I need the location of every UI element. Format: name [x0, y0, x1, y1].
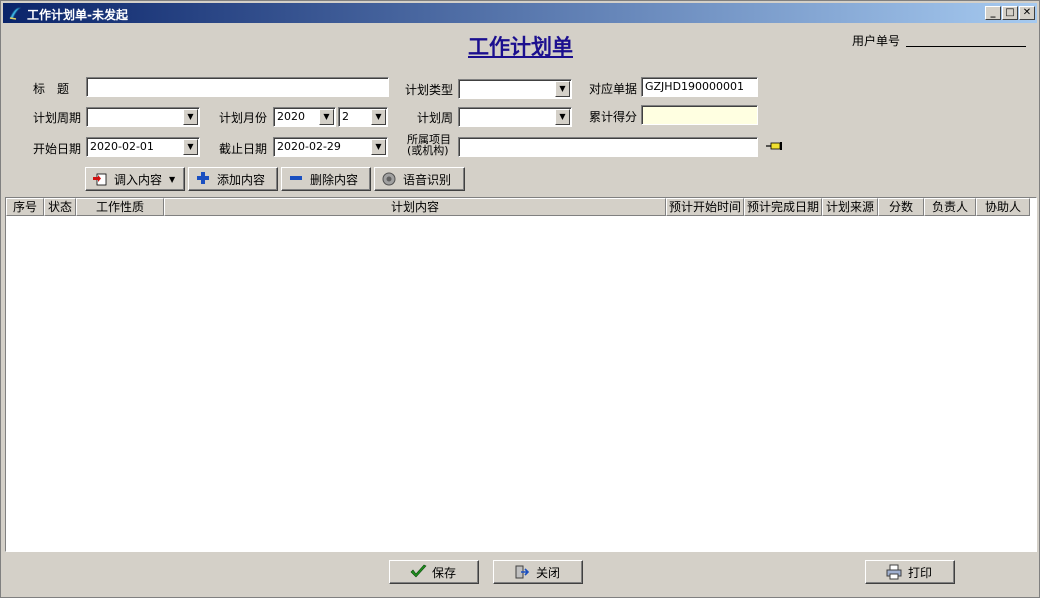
column-header[interactable]: 协助人: [976, 198, 1030, 216]
import-content-label: 调入内容: [114, 172, 163, 187]
voice-recognition-button[interactable]: 语音识别: [374, 167, 465, 191]
pushpin-icon[interactable]: [765, 140, 783, 152]
ref-doc-input[interactable]: GZJHD190000001: [641, 77, 758, 97]
plan-type-label: 计划类型: [405, 83, 454, 97]
plan-items-grid[interactable]: 序号 状态 工作性质 计划内容 预计开始时间 预计完成日期 计划来源 分数 负责…: [5, 197, 1037, 552]
voice-recognition-label: 语音识别: [403, 172, 452, 187]
voice-icon: [381, 171, 397, 187]
add-content-label: 添加内容: [217, 172, 266, 187]
chevron-down-icon: ▼: [169, 174, 176, 184]
ref-doc-label: 对应单据: [589, 82, 638, 96]
printer-icon: [886, 564, 902, 580]
minus-icon: [288, 171, 304, 187]
end-date-label: 截止日期: [219, 142, 268, 156]
delete-content-button[interactable]: 删除内容: [281, 167, 371, 191]
import-icon: [92, 171, 108, 187]
chevron-down-icon[interactable]: ▼: [371, 109, 386, 125]
week-select[interactable]: ▼: [458, 107, 572, 127]
score-label: 累计得分: [589, 110, 638, 124]
window-title: 工作计划单-未发起: [27, 8, 128, 22]
start-date-select[interactable]: 2020-02-01 ▼: [86, 137, 200, 157]
column-header[interactable]: 序号: [6, 198, 44, 216]
month-select[interactable]: 2 ▼: [338, 107, 388, 127]
month-value: 2: [342, 110, 349, 123]
project-label: 所属项目 (或机构): [407, 134, 451, 156]
chevron-down-icon[interactable]: ▼: [183, 139, 198, 155]
plan-type-select[interactable]: ▼: [458, 79, 572, 99]
print-label: 打印: [908, 565, 933, 580]
user-no-label: 用户单号: [852, 34, 901, 48]
column-header[interactable]: 预计完成日期: [744, 198, 822, 216]
maximize-button[interactable]: □: [1002, 6, 1018, 20]
save-label: 保存: [432, 565, 457, 580]
end-date-value: 2020-02-29: [277, 140, 341, 153]
app-icon: [9, 7, 21, 20]
column-header[interactable]: 计划来源: [822, 198, 878, 216]
user-no-field[interactable]: [906, 46, 1026, 47]
project-label-line2: (或机构): [407, 144, 449, 157]
chevron-down-icon[interactable]: ▼: [371, 139, 386, 155]
checkmark-icon: [410, 564, 427, 580]
grid-header: 序号 状态 工作性质 计划内容 预计开始时间 预计完成日期 计划来源 分数 负责…: [6, 198, 1036, 216]
column-header[interactable]: 工作性质: [76, 198, 164, 216]
minimize-button[interactable]: _: [985, 6, 1001, 20]
period-select[interactable]: ▼: [86, 107, 200, 127]
year-select[interactable]: 2020 ▼: [273, 107, 336, 127]
chevron-down-icon[interactable]: ▼: [183, 109, 198, 125]
exit-door-icon: [514, 564, 530, 580]
title-label: 标 题: [33, 82, 70, 96]
column-header[interactable]: 预计开始时间: [666, 198, 744, 216]
plus-icon: [195, 171, 211, 187]
close-window-button[interactable]: ✕: [1019, 6, 1035, 20]
chevron-down-icon[interactable]: ▼: [555, 109, 570, 125]
chevron-down-icon[interactable]: ▼: [319, 109, 334, 125]
app-window: 工作计划单-未发起 _ □ ✕ 工作计划单 用户单号 标 题 计划类型 ▼ 对应…: [0, 0, 1040, 598]
week-label: 计划周: [417, 111, 454, 125]
import-content-button[interactable]: 调入内容 ▼: [85, 167, 185, 191]
add-content-button[interactable]: 添加内容: [188, 167, 278, 191]
year-value: 2020: [277, 110, 305, 123]
column-header[interactable]: 分数: [878, 198, 924, 216]
score-field: [641, 105, 758, 125]
start-date-label: 开始日期: [33, 142, 82, 156]
close-label: 关闭: [536, 565, 561, 580]
print-button[interactable]: 打印: [865, 560, 955, 584]
start-date-value: 2020-02-01: [90, 140, 154, 153]
close-button[interactable]: 关闭: [493, 560, 583, 584]
column-header[interactable]: 状态: [44, 198, 76, 216]
project-input[interactable]: [458, 137, 758, 157]
title-bar[interactable]: 工作计划单-未发起 _ □ ✕: [3, 3, 1037, 23]
delete-content-label: 删除内容: [310, 172, 359, 187]
column-header[interactable]: 计划内容: [164, 198, 666, 216]
save-button[interactable]: 保存: [389, 560, 479, 584]
form-title: 工作计划单: [468, 35, 573, 59]
column-header[interactable]: 负责人: [924, 198, 976, 216]
title-input[interactable]: [86, 77, 389, 97]
chevron-down-icon[interactable]: ▼: [555, 81, 570, 97]
month-label: 计划月份: [219, 111, 268, 125]
end-date-select[interactable]: 2020-02-29 ▼: [273, 137, 388, 157]
period-label: 计划周期: [33, 111, 82, 125]
